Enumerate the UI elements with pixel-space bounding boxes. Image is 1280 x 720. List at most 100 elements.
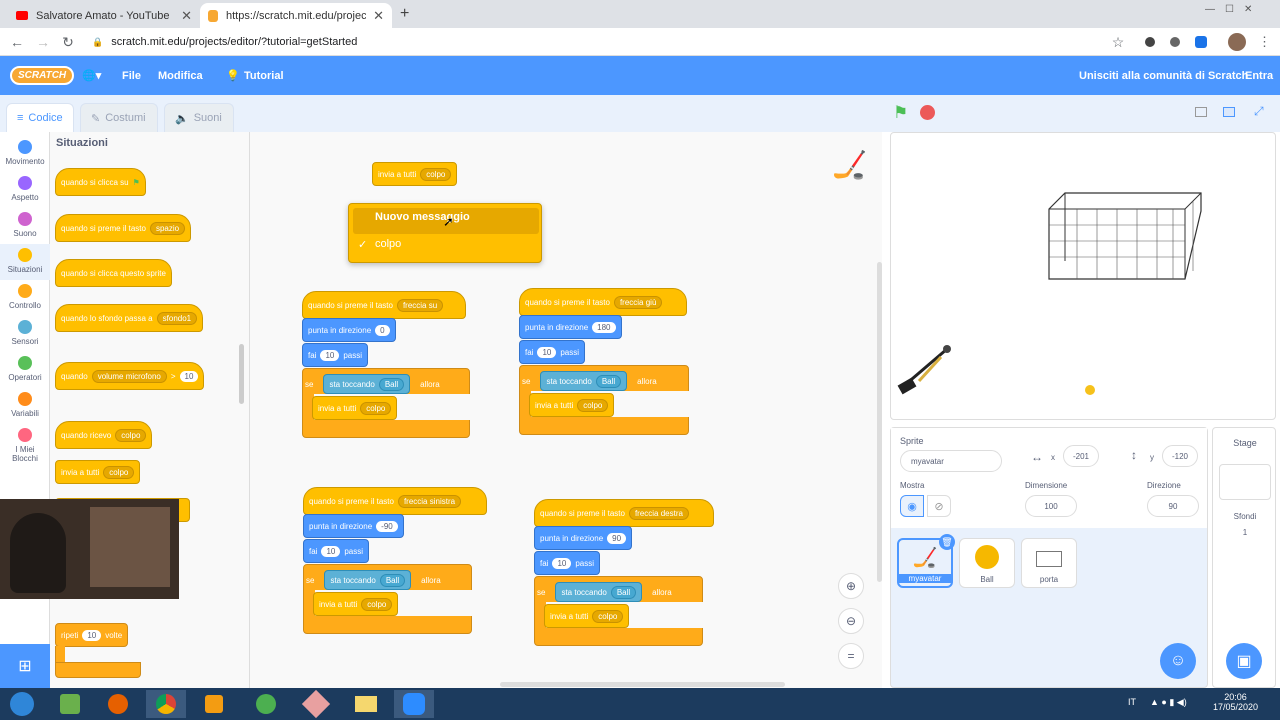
show-eye-icon[interactable]: ◉	[900, 495, 924, 517]
stop-icon[interactable]	[920, 105, 935, 120]
tab-code[interactable]: ≡ Codice	[6, 103, 74, 132]
add-backdrop-button[interactable]: ▣	[1226, 643, 1262, 679]
extension-icon[interactable]	[1195, 36, 1207, 48]
delete-sprite-icon[interactable]: 🗑	[939, 534, 955, 550]
script2-broadcast[interactable]: invia a tutti colpo	[529, 393, 615, 417]
stage-canvas[interactable]	[890, 132, 1276, 420]
forward-icon[interactable]: →	[33, 32, 53, 52]
language-indicator[interactable]: IT	[1128, 697, 1136, 707]
new-tab-button[interactable]: +	[400, 5, 409, 23]
menu-new-message[interactable]: Nuovo messaggio	[375, 211, 470, 223]
block-broadcast-top[interactable]: invia a tutti colpo	[372, 162, 458, 186]
fullscreen-icon[interactable]: ⤢	[1254, 104, 1264, 119]
menu-dots-icon[interactable]: ⋮	[1258, 34, 1271, 50]
language-globe-icon[interactable]: 🌐▾	[82, 56, 101, 95]
menu-option-colpo[interactable]: colpo	[375, 238, 401, 250]
category-motion[interactable]: Movimento	[0, 136, 50, 172]
file-explorer-icon[interactable]	[346, 690, 386, 718]
stage-thumbnail[interactable]	[1219, 464, 1271, 500]
block-broadcast[interactable]: invia a tutti colpo	[55, 460, 141, 484]
script4-point-direction[interactable]: punta in direzione 90	[534, 526, 633, 550]
add-sprite-button[interactable]: ☺	[1160, 643, 1196, 679]
url-field[interactable]: 🔒 scratch.mit.edu/projects/editor/?tutor…	[92, 32, 1132, 52]
script4-hat[interactable]: quando si preme il tasto freccia destra	[534, 499, 714, 527]
clock[interactable]: 20:06 17/05/2020	[1213, 692, 1258, 712]
tutorial-menu[interactable]: Tutorial	[244, 56, 284, 95]
tray-icons[interactable]: ▲ ● ▮ ◀)	[1150, 697, 1187, 708]
add-extension-button[interactable]: ⊞	[0, 644, 50, 688]
category-looks[interactable]: Aspetto	[0, 172, 50, 208]
script1-touching[interactable]: sta toccando Ball	[323, 374, 411, 394]
close-tab-icon[interactable]: ✕	[181, 8, 192, 24]
category-events[interactable]: Situazioni	[0, 244, 50, 280]
edit-menu[interactable]: Modifica	[158, 56, 203, 95]
taskbar-app-icon[interactable]	[50, 690, 90, 718]
profile-avatar[interactable]	[1228, 33, 1246, 51]
scratch-logo[interactable]: SCRATCH	[10, 56, 75, 95]
sprite-thumb-porta[interactable]: porta	[1021, 538, 1077, 588]
y-input[interactable]: -120	[1162, 445, 1198, 467]
reload-icon[interactable]: ↻	[58, 32, 78, 52]
green-flag-icon[interactable]: ⚑	[893, 103, 908, 123]
script1-broadcast[interactable]: invia a tutti colpo	[312, 396, 398, 420]
script3-broadcast[interactable]: invia a tutti colpo	[313, 592, 399, 616]
back-icon[interactable]: ←	[7, 32, 27, 52]
script2-point-direction[interactable]: punta in direzione 180	[519, 315, 622, 339]
chrome-icon[interactable]	[146, 690, 186, 718]
tutorial-bulb-icon[interactable]: 💡	[226, 56, 240, 95]
script2-move[interactable]: fai 10 passi	[519, 340, 586, 364]
script1-point-direction[interactable]: punta in direzione 0	[302, 318, 396, 342]
firefox-icon[interactable]	[98, 690, 138, 718]
window-controls[interactable]: —☐✕	[1205, 4, 1262, 15]
block-when-loudness[interactable]: quando volume microfono >10	[55, 362, 205, 390]
script4-touching[interactable]: sta toccando Ball	[555, 582, 643, 602]
workspace-hscrollbar[interactable]	[500, 682, 785, 687]
zoom-app-icon[interactable]	[394, 690, 434, 718]
utorrent-icon[interactable]	[246, 690, 286, 718]
zoom-in-icon[interactable]: ⊕	[838, 573, 864, 599]
sprite-thumb-ball[interactable]: Ball	[959, 538, 1015, 588]
block-when-flag-clicked[interactable]: quando si clicca su ⚑	[55, 168, 146, 196]
sign-in-link[interactable]: Entra	[1245, 56, 1273, 95]
block-when-key-pressed[interactable]: quando si preme il tasto spazio	[55, 214, 192, 242]
script1-hat[interactable]: quando si preme il tasto freccia su	[302, 291, 466, 319]
category-sensing[interactable]: Sensori	[0, 316, 50, 352]
block-repeat[interactable]: ripeti 10 volte	[55, 623, 129, 647]
extension-icon[interactable]	[1145, 37, 1155, 47]
hide-eye-icon[interactable]: ⊘	[927, 495, 951, 517]
script3-touching[interactable]: sta toccando Ball	[324, 570, 412, 590]
file-menu[interactable]: File	[122, 56, 141, 95]
extension-icon[interactable]	[1170, 37, 1180, 47]
tab-costumes[interactable]: ✎ Costumi	[80, 103, 158, 132]
script4-move[interactable]: fai 10 passi	[534, 551, 601, 575]
script2-hat[interactable]: quando si preme il tasto freccia giù	[519, 288, 687, 316]
category-operators[interactable]: Operatori	[0, 352, 50, 388]
block-when-backdrop-switches[interactable]: quando lo sfondo passa a sfondo1	[55, 304, 204, 332]
bookmark-star-icon[interactable]: ☆	[1108, 32, 1128, 52]
script3-hat[interactable]: quando si preme il tasto freccia sinistra	[303, 487, 487, 515]
script2-touching[interactable]: sta toccando Ball	[540, 371, 628, 391]
direction-input[interactable]: 90	[1147, 495, 1199, 517]
tab-scratch[interactable]: https://scratch.mit.edu/projects/... ✕	[200, 3, 392, 28]
workspace-vscrollbar[interactable]	[877, 262, 882, 582]
category-sound[interactable]: Suono	[0, 208, 50, 244]
media-player-icon[interactable]	[194, 690, 234, 718]
x-input[interactable]: -201	[1063, 445, 1099, 467]
block-when-sprite-clicked[interactable]: quando si clicca questo sprite	[55, 259, 172, 287]
size-input[interactable]: 100	[1025, 495, 1077, 517]
script4-broadcast[interactable]: invia a tutti colpo	[544, 604, 630, 628]
palette-scrollbar[interactable]	[239, 344, 244, 404]
start-button-icon[interactable]	[2, 690, 42, 718]
tab-youtube[interactable]: Salvatore Amato - YouTube ✕	[8, 3, 200, 28]
close-tab-icon[interactable]: ✕	[373, 8, 384, 24]
script3-point-direction[interactable]: punta in direzione -90	[303, 514, 404, 538]
script1-move[interactable]: fai 10 passi	[302, 343, 369, 367]
zoom-out-icon[interactable]: ⊖	[838, 608, 864, 634]
small-stage-icon[interactable]	[1195, 107, 1207, 117]
taskbar-app-icon[interactable]	[296, 689, 336, 719]
sprite-name-input[interactable]: myavatar	[900, 450, 1002, 472]
zoom-reset-icon[interactable]: =	[838, 643, 864, 669]
script3-move[interactable]: fai 10 passi	[303, 539, 370, 563]
block-when-i-receive[interactable]: quando ricevo colpo	[55, 421, 153, 449]
category-my-blocks[interactable]: I Miei Blocchi	[0, 424, 50, 464]
